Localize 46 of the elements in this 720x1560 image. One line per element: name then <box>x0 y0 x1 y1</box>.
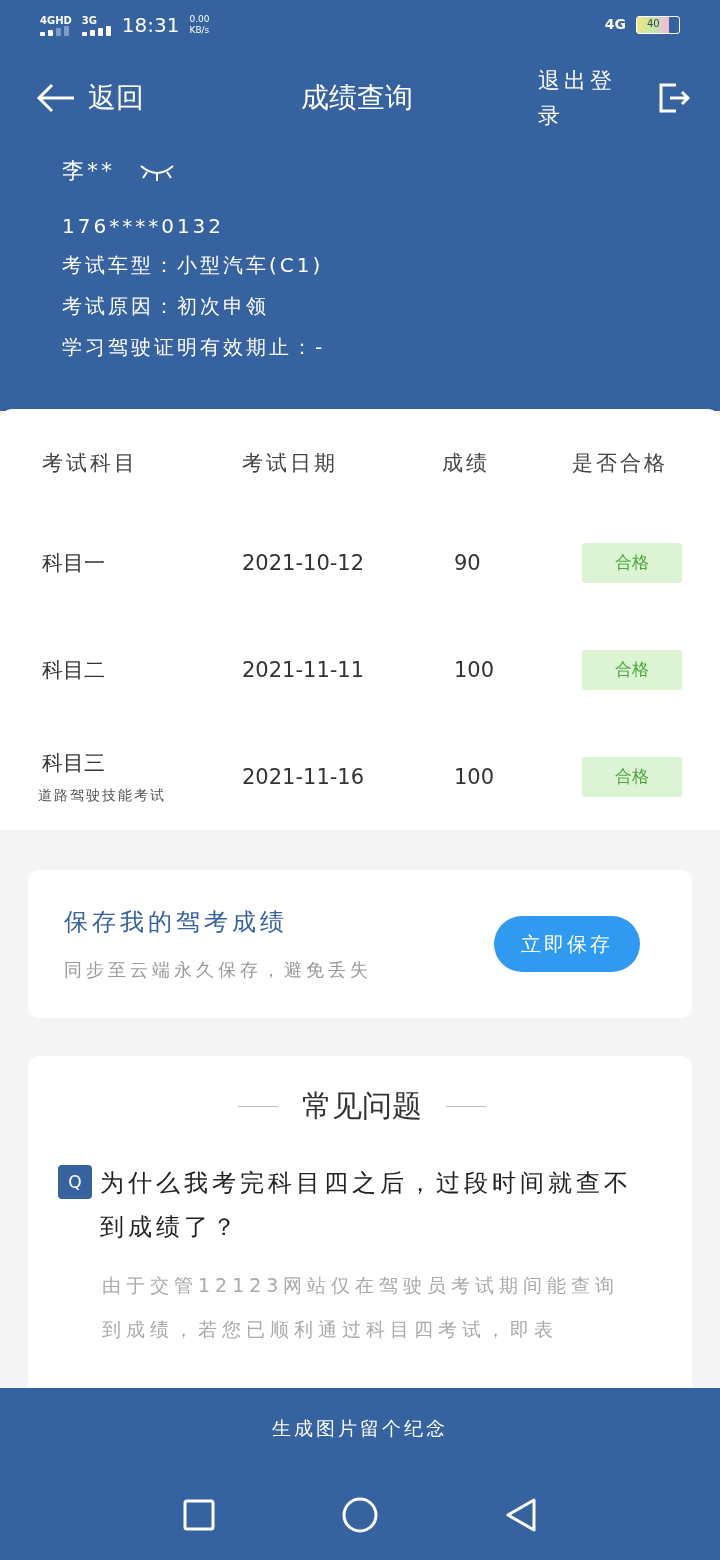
faq-title: 常见问题 <box>302 1087 422 1125</box>
save-title: 保存我的驾考成绩 <box>64 907 289 938</box>
phone-number: 176****0132 <box>62 214 226 238</box>
user-name: 李** <box>62 157 115 185</box>
speed-unit: KB/s <box>189 25 210 36</box>
back-arrow-icon <box>36 83 76 113</box>
recents-icon[interactable] <box>183 1499 216 1531</box>
column-header: 考试科目 <box>42 450 139 477</box>
save-subtitle: 同步至云端永久保存，避免丢失 <box>64 958 373 982</box>
pass-tag: 合格 <box>582 649 682 690</box>
table-cell-text: 2021-10-12 <box>242 550 366 575</box>
table-cell-text: 100 <box>453 764 496 789</box>
signal-icon <box>81 25 112 36</box>
pass-tag: 合格 <box>582 542 682 583</box>
subject-note: 道路驾驶技能考试 <box>38 786 167 805</box>
table-cell-text: 90 <box>453 550 482 575</box>
table-cell-text: 科目二 <box>42 656 106 684</box>
logout-button[interactable]: 退出登录 <box>538 62 638 134</box>
faq-question[interactable]: 为什么我考完科目四之后，过段时间就查不到成绩了？ <box>100 1161 666 1249</box>
status-time: 18:31 <box>121 13 180 37</box>
faq-answer: 由于交管12123网站仅在驾驶员考试期间能查询到成绩，若您已顺利通过科目四考试，即表 <box>102 1273 621 1342</box>
info-line: 学习驾驶证明有效期止：- <box>62 334 327 361</box>
table-cell-text: 2021-11-11 <box>242 657 366 682</box>
signal-icon <box>40 25 70 36</box>
home-icon[interactable] <box>342 1497 378 1533</box>
back-icon[interactable] <box>504 1497 537 1533</box>
table-cell-text: 2021-11-16 <box>242 764 366 789</box>
pass-tag: 合格 <box>582 756 682 797</box>
table-cell-text: 科目一 <box>42 549 106 577</box>
info-line: 考试原因：初次申领 <box>62 293 270 320</box>
column-header: 是否合格 <box>572 450 669 477</box>
generate-image-button[interactable]: 生成图片留个纪念 <box>266 1415 454 1443</box>
network-label: 3G <box>81 14 98 26</box>
back-button[interactable]: 返回 <box>36 79 236 117</box>
question-badge: Q <box>58 1165 92 1199</box>
network-label: 4GHD <box>40 14 72 26</box>
table-cell-text: 科目三 <box>42 749 106 777</box>
column-header: 考试日期 <box>242 450 339 477</box>
page-title: 成绩查询 <box>300 80 414 116</box>
info-line: 考试车型：小型汽车(C1) <box>62 252 325 279</box>
table-cell-text: 100 <box>453 657 496 682</box>
column-header: 成绩 <box>442 450 491 477</box>
logout-icon[interactable] <box>658 82 690 114</box>
battery-icon: 40 <box>636 16 680 34</box>
network-label: 4G <box>604 17 626 33</box>
network-speed: 0.00 <box>189 14 210 25</box>
